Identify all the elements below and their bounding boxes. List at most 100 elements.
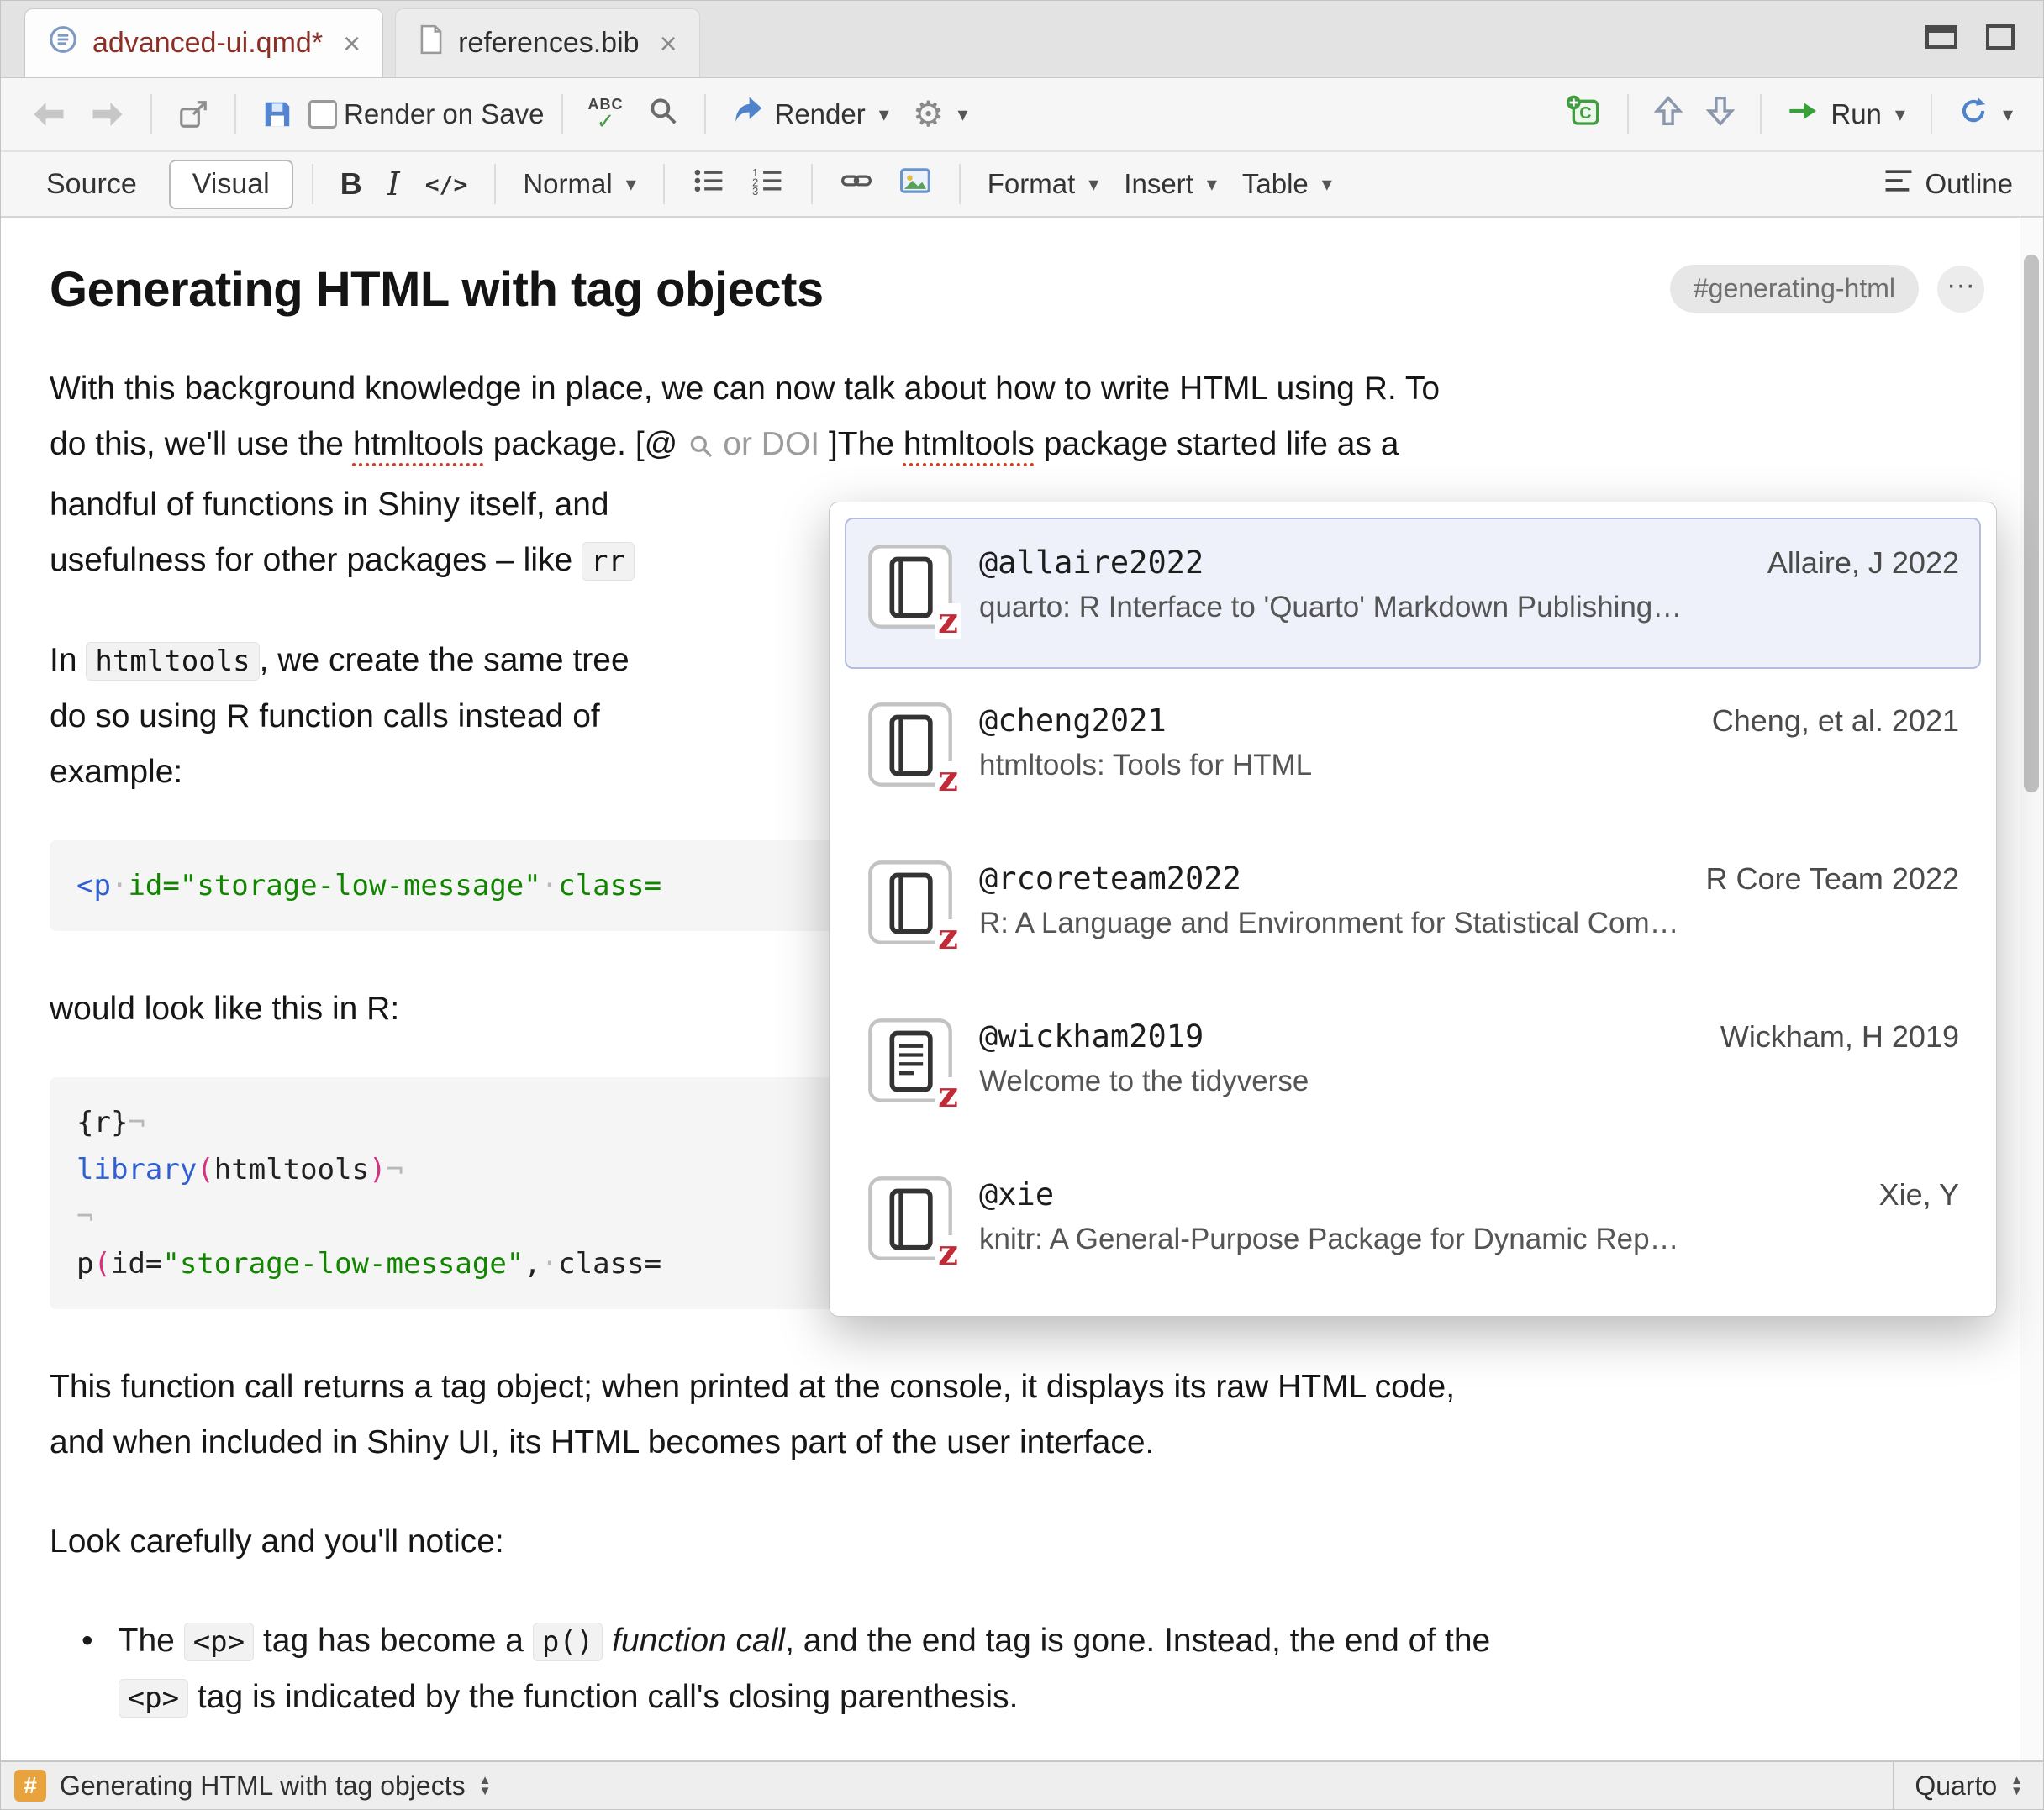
window-controls <box>1925 24 2015 50</box>
go-previous-section-button[interactable] <box>1646 90 1691 139</box>
forward-button[interactable] <box>82 94 134 134</box>
vertical-scrollbar[interactable] <box>2020 218 2043 1760</box>
popout-window-button[interactable] <box>169 93 218 135</box>
citation-author: Wickham, H 2019 <box>1720 1019 1959 1055</box>
citation-author: Allaire, J 2022 <box>1767 545 1959 581</box>
insert-menu[interactable]: Insert ▾ <box>1115 163 1225 205</box>
ellipsis-icon: ··· <box>1947 271 1975 299</box>
document-article-icon: z <box>867 1017 954 1104</box>
editor-tab-bar: advanced-ui.qmd* × references.bib × <box>1 1 2043 78</box>
code-token: ) <box>369 1153 386 1186</box>
render-on-save-checkbox[interactable] <box>308 100 337 129</box>
maximize-icon[interactable] <box>1986 24 2015 50</box>
zotero-badge-icon: z <box>935 761 961 797</box>
insert-link-button[interactable] <box>831 160 882 208</box>
render-label: Render <box>775 98 866 130</box>
citation-item[interactable]: z @wickham2019 Wickham, H 2019 Welcome t… <box>845 992 1981 1143</box>
toolbar-separator <box>234 94 236 134</box>
table-menu[interactable]: Table ▾ <box>1234 163 1341 205</box>
text: usefulness for other packages – like <box>50 542 582 578</box>
inline-code: htmltools <box>86 642 259 681</box>
text: ]The <box>829 426 903 462</box>
text: package started life as a <box>1035 426 1399 462</box>
toolbar-separator <box>312 164 313 204</box>
current-section-label[interactable]: Generating HTML with tag objects <box>60 1771 466 1802</box>
qmd-file-icon <box>47 24 79 63</box>
text: This function call returns a tag object;… <box>50 1369 1455 1405</box>
toolbar-separator <box>1627 94 1629 134</box>
search-icon <box>647 95 679 134</box>
citation-title: knitr: A General-Purpose Package for Dyn… <box>979 1223 1959 1256</box>
tab-close-icon[interactable]: × <box>343 29 361 59</box>
code-token: {r} <box>76 1106 128 1139</box>
spellcheck-button[interactable]: ABC ✓ <box>580 92 632 137</box>
source-mode-button[interactable]: Source <box>23 160 161 209</box>
toolbar-separator <box>704 94 706 134</box>
bullet-text: The <p> tag has become a p() function ca… <box>119 1613 1491 1726</box>
tab-close-icon[interactable]: × <box>660 29 677 59</box>
citation-item[interactable]: z @cheng2021 Cheng, et al. 2021 htmltool… <box>845 676 1981 827</box>
code-token: <p <box>76 869 111 902</box>
section-selector-arrows-icon[interactable]: ▲▼ <box>479 1775 492 1797</box>
code-token: class= <box>558 1247 661 1281</box>
toolbar-separator <box>1931 94 1932 134</box>
italic-text: function call <box>612 1623 785 1659</box>
journal-article-icon: z <box>867 701 954 788</box>
text: The <box>119 1623 184 1659</box>
chevron-down-icon: ▾ <box>2003 103 2013 127</box>
linebreak-mark: ¬ <box>387 1153 403 1186</box>
citation-item[interactable]: z @xie Xie, Y knitr: A General-Purpose P… <box>845 1150 1981 1301</box>
outline-toggle-button[interactable]: Outline <box>1874 161 2021 207</box>
tab-label: advanced-ui.qmd* <box>92 27 323 60</box>
citation-item[interactable]: z @allaire2022 Allaire, J 2022 quarto: R… <box>845 518 1981 669</box>
svg-text:C: C <box>1580 104 1592 123</box>
paragraph-style-label: Normal <box>523 168 612 200</box>
zotero-badge-icon: z <box>935 603 961 639</box>
numbered-list-button[interactable]: 123 <box>742 160 793 208</box>
scrollbar-thumb[interactable] <box>2024 255 2039 792</box>
visual-mode-button[interactable]: Visual <box>169 160 293 209</box>
minimize-icon[interactable] <box>1925 25 1957 49</box>
go-next-section-button[interactable] <box>1698 90 1743 139</box>
citation-item[interactable]: z @rcoreteam2022 R Core Team 2022 R: A L… <box>845 834 1981 985</box>
render-options-button[interactable]: ⚙ ▾ <box>904 92 977 137</box>
paragraph-style-dropdown[interactable]: Normal ▾ <box>514 163 644 205</box>
text: , and the end tag is gone. Instead, the … <box>785 1623 1490 1659</box>
rstudio-source-window: advanced-ui.qmd* × references.bib × <box>0 0 2044 1810</box>
render-button[interactable]: Render ▾ <box>723 91 898 138</box>
bullet-list-button[interactable] <box>683 160 734 208</box>
format-menu[interactable]: Format ▾ <box>979 163 1108 205</box>
arrow-down-icon <box>1706 95 1735 134</box>
chevron-down-icon[interactable]: ▾ <box>1895 103 1905 127</box>
citation-author: Xie, Y <box>1879 1177 1959 1213</box>
linebreak-mark: ¬ <box>128 1106 145 1139</box>
chevron-down-icon[interactable]: ▾ <box>879 103 889 127</box>
inline-code: <p> <box>184 1623 254 1661</box>
inline-code-button[interactable]: </> <box>417 166 477 203</box>
toolbar-separator <box>959 164 961 204</box>
section-menu-button[interactable]: ··· <box>1937 266 1984 313</box>
svg-text:3: 3 <box>752 185 758 196</box>
insert-image-button[interactable] <box>890 160 940 208</box>
citation-start-text: package. [@ <box>484 426 677 462</box>
document-mode-selector[interactable]: Quarto ▲▼ <box>1893 1762 2043 1809</box>
back-button[interactable] <box>23 94 75 134</box>
rerun-button[interactable]: ▾ <box>1949 90 2021 139</box>
insert-chunk-button[interactable]: C <box>1557 89 1610 139</box>
section-anchor-badge: #generating-html <box>1670 265 1919 313</box>
tab-advanced-ui-qmd[interactable]: advanced-ui.qmd* × <box>24 8 383 77</box>
toolbar-separator <box>561 94 563 134</box>
bold-button[interactable]: B <box>332 161 371 207</box>
citation-key: @xie <box>979 1176 1054 1213</box>
run-button[interactable]: Run ▾ <box>1778 92 1914 136</box>
italic-button[interactable]: I <box>379 160 408 208</box>
text: do this, we'll use the <box>50 426 353 462</box>
zotero-badge-icon: z <box>935 1077 961 1113</box>
tab-references-bib[interactable]: references.bib × <box>395 8 700 77</box>
space-dot: · <box>541 869 558 902</box>
main-toolbar: Render on Save ABC ✓ Render ▾ ⚙ ▾ <box>1 78 2043 152</box>
save-button[interactable] <box>253 93 302 135</box>
paragraph-function-call: This function call returns a tag object;… <box>50 1360 1984 1471</box>
find-button[interactable] <box>639 90 687 139</box>
toolbar-separator <box>150 94 152 134</box>
